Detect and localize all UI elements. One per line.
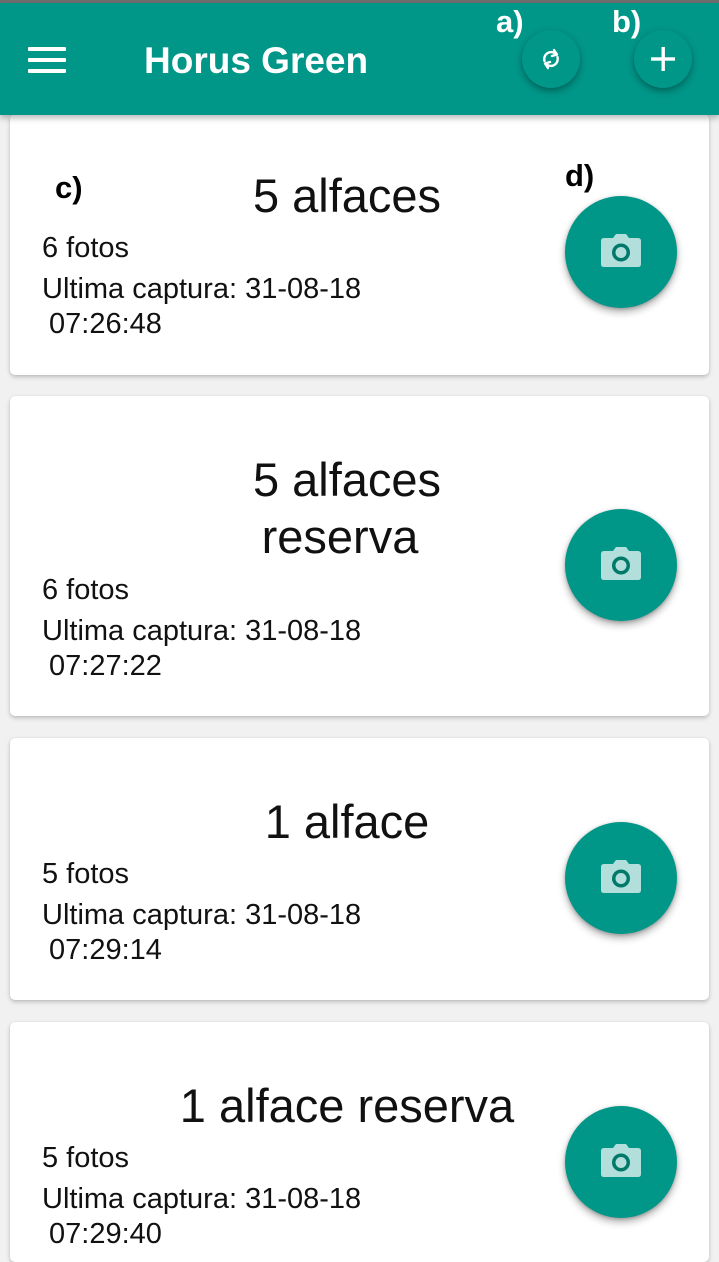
last-capture-date: Ultima captura: 31-08-18 [42, 615, 362, 647]
add-button[interactable] [634, 30, 692, 88]
sync-button[interactable] [522, 30, 580, 88]
card-title-line: 1 alface reserva [179, 1079, 515, 1132]
photo-count: 6 fotos [42, 574, 130, 606]
card-title-line: reserva [261, 510, 419, 563]
last-capture-date: Ultima captura: 31-08-18 [42, 273, 362, 305]
last-capture-date: Ultima captura: 31-08-18 [42, 899, 362, 931]
annotation-label-c: c) [55, 170, 83, 205]
capture-photo-button[interactable] [565, 196, 677, 308]
last-capture-time: 07:27:22 [49, 650, 162, 682]
plant-list: 5 alfaces 6 fotos Ultima captura: 31-08-… [0, 0, 719, 1262]
card-title: 5 alfaces reserva [157, 451, 537, 565]
plus-icon [651, 47, 675, 71]
plant-card[interactable]: 5 alfaces reserva 6 fotos Ultima captura… [10, 396, 709, 716]
menu-icon [28, 47, 66, 51]
card-title: 1 alface [157, 793, 537, 850]
menu-icon-bar [28, 58, 66, 62]
camera-icon [601, 547, 641, 580]
card-title: 1 alface reserva [157, 1077, 537, 1134]
last-capture-date: Ultima captura: 31-08-18 [42, 1183, 362, 1215]
annotation-label-b: b) [612, 4, 642, 39]
annotation-label-a: a) [496, 4, 524, 39]
last-capture-time: 07:29:14 [49, 934, 162, 966]
camera-icon [601, 234, 641, 267]
camera-icon [601, 1144, 641, 1177]
photo-count: 5 fotos [42, 858, 130, 890]
photo-count: 6 fotos [42, 232, 130, 264]
menu-button[interactable] [18, 31, 76, 89]
card-title: 5 alfaces [157, 167, 537, 224]
card-title-line: 5 alfaces [252, 453, 442, 506]
annotation-label-d: d) [565, 158, 595, 193]
last-capture-time: 07:26:48 [49, 308, 162, 340]
photo-count: 5 fotos [42, 1142, 130, 1174]
capture-photo-button[interactable] [565, 1106, 677, 1218]
plant-card[interactable]: 5 alfaces 6 fotos Ultima captura: 31-08-… [10, 114, 709, 375]
plant-card[interactable]: 1 alface reserva 5 fotos Ultima captura:… [10, 1022, 709, 1262]
app-title: Horus Green [144, 40, 369, 81]
card-title-line: 1 alface [264, 795, 430, 848]
sync-icon [543, 48, 559, 70]
card-title-line: 5 alfaces [252, 169, 442, 222]
camera-icon [601, 860, 641, 893]
last-capture-time: 07:29:40 [49, 1218, 162, 1250]
capture-photo-button[interactable] [565, 822, 677, 934]
capture-photo-button[interactable] [565, 509, 677, 621]
plant-card[interactable]: 1 alface 5 fotos Ultima captura: 31-08-1… [10, 738, 709, 1000]
menu-icon-bar [28, 69, 66, 73]
